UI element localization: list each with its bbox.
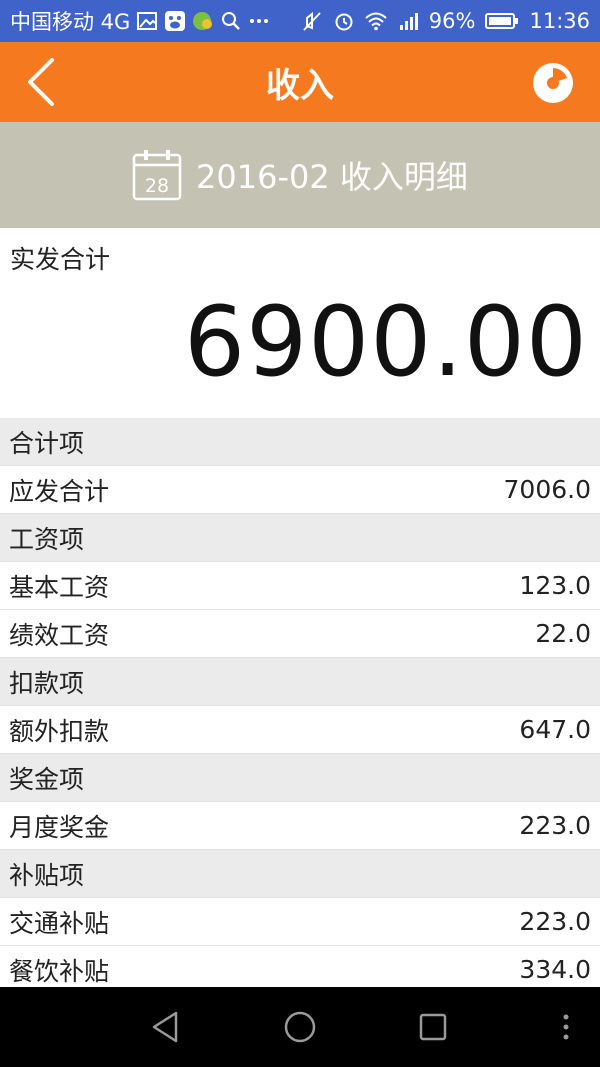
- pie-chart-icon[interactable]: [530, 60, 576, 106]
- net-pay-value: 6900.00: [184, 286, 588, 398]
- section-label: 奖金项: [9, 764, 85, 794]
- circle-home-icon[interactable]: [282, 1009, 318, 1045]
- period-header[interactable]: 28 2016-02 收入明细: [0, 122, 600, 228]
- section-header-allowance: 补贴项: [0, 850, 600, 898]
- section-header-total: 合计项: [0, 418, 600, 466]
- net-pay-summary: 实发合计 6900.00: [0, 228, 600, 418]
- item-value: 123.0: [519, 571, 591, 600]
- list-item[interactable]: 基本工资 123.0: [0, 562, 600, 610]
- chevron-left-icon[interactable]: [22, 56, 62, 108]
- calendar-day: 28: [145, 175, 169, 197]
- list-item[interactable]: 额外扣款 647.0: [0, 706, 600, 754]
- section-label: 补贴项: [9, 860, 85, 890]
- item-label: 绩效工资: [9, 620, 110, 650]
- image-notification-icon: [136, 10, 158, 32]
- period-label: 2016-02 收入明细: [196, 158, 468, 196]
- income-detail-list: 合计项 应发合计 7006.0 工资项 基本工资 123.0 绩效工资 22.0…: [0, 418, 600, 994]
- item-value: 334.0: [519, 955, 591, 984]
- section-label: 工资项: [9, 524, 85, 554]
- more-notifications-icon: [248, 10, 270, 32]
- alarm-icon: [333, 10, 355, 32]
- section-label: 扣款项: [9, 668, 85, 698]
- section-label: 合计项: [9, 428, 85, 458]
- item-label: 应发合计: [9, 476, 110, 506]
- item-value: 223.0: [519, 811, 591, 840]
- wifi-icon: [365, 10, 387, 32]
- item-value: 223.0: [519, 907, 591, 936]
- app-bar: 收入: [0, 42, 600, 122]
- item-value: 647.0: [519, 715, 591, 744]
- list-item[interactable]: 月度奖金 223.0: [0, 802, 600, 850]
- item-label: 交通补贴: [9, 908, 110, 938]
- page-title: 收入: [266, 65, 334, 106]
- section-header-salary: 工资项: [0, 514, 600, 562]
- battery-percent: 96%: [428, 9, 476, 33]
- section-header-deduction: 扣款项: [0, 658, 600, 706]
- battery-icon: [485, 10, 519, 32]
- item-label: 额外扣款: [9, 716, 110, 746]
- triangle-back-icon[interactable]: [148, 1009, 184, 1045]
- item-value: 22.0: [535, 619, 591, 648]
- baidu-notification-icon: [164, 10, 186, 32]
- item-label: 基本工资: [9, 572, 110, 602]
- list-item[interactable]: 应发合计 7006.0: [0, 466, 600, 514]
- list-item[interactable]: 交通补贴 223.0: [0, 898, 600, 946]
- carrier-label: 中国移动 4G: [10, 10, 131, 34]
- mute-icon: [301, 10, 323, 32]
- status-bar: 中国移动 4G 96% 11:36: [0, 0, 600, 42]
- item-label: 餐饮补贴: [9, 956, 110, 986]
- item-label: 月度奖金: [9, 812, 110, 842]
- search-notification-icon: [220, 10, 242, 32]
- item-value: 7006.0: [503, 475, 591, 504]
- square-recent-icon[interactable]: [415, 1009, 451, 1045]
- vertical-dots-icon[interactable]: [548, 1009, 584, 1045]
- net-pay-label: 实发合计: [10, 245, 111, 274]
- signal-icon: [397, 10, 419, 32]
- calendar-icon: 28: [132, 150, 182, 201]
- app-notification-icon: [192, 10, 214, 32]
- clock: 11:36: [529, 9, 590, 33]
- section-header-bonus: 奖金项: [0, 754, 600, 802]
- list-item[interactable]: 绩效工资 22.0: [0, 610, 600, 658]
- system-nav-bar: [0, 987, 600, 1067]
